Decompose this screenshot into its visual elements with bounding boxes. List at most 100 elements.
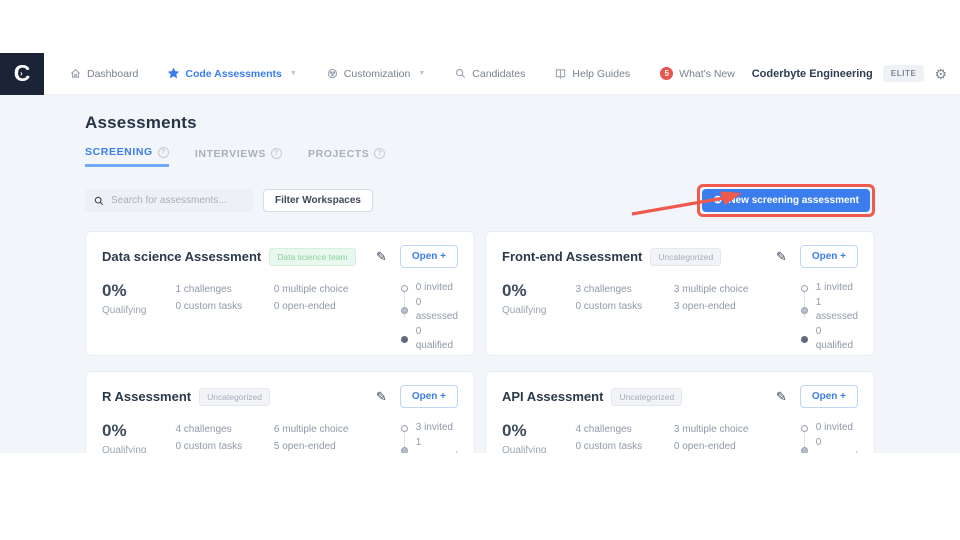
edit-pencil-icon[interactable]: ✎ <box>376 390 387 403</box>
workspace-badge: Uncategorized <box>199 387 270 406</box>
open-button[interactable]: Open + <box>399 245 458 268</box>
question-icon[interactable]: ? <box>270 148 282 159</box>
multiple-choice-count: 6 multiple choice <box>273 424 349 435</box>
assessment-title: API Assessment <box>502 389 604 404</box>
qualified-count: 0 qualified <box>415 325 454 352</box>
assessment-card: API Assessment Uncategorized ✎ Open + 0%… <box>485 371 875 453</box>
open-button[interactable]: Open + <box>399 385 458 408</box>
assessed-dot-icon <box>400 446 408 453</box>
qualifying-percent: 0% <box>502 281 527 300</box>
plus-circle-icon: ⊕ <box>713 194 723 206</box>
invited-dot-icon <box>400 284 408 292</box>
assessment-search[interactable] <box>85 189 253 212</box>
candidate-funnel: 1 invited 1 assessed 0 qualified <box>800 281 858 354</box>
custom-tasks-count: 0 custom tasks <box>575 301 643 312</box>
challenges-count: 1 challenges <box>175 284 232 295</box>
assessed-count: 1 assessed <box>815 296 858 323</box>
assessment-title: Data science Assessment <box>102 249 262 264</box>
nav-item-dashboard[interactable]: Dashboard <box>70 68 138 80</box>
tab-projects[interactable]: PROJECTS ? <box>308 146 386 167</box>
chevron-down-icon: ▼ <box>418 70 426 77</box>
tab-interviews[interactable]: INTERVIEWS ? <box>195 146 282 167</box>
nav-item-candidates[interactable]: Candidates <box>455 68 525 80</box>
candidate-funnel: 0 invited 0 assessed 0 qualified <box>400 281 458 354</box>
assessment-card: Data science Assessment Data science tea… <box>85 231 475 356</box>
open-ended-count: 0 open-ended <box>273 301 336 312</box>
customization-icon <box>327 68 337 79</box>
challenges-count: 3 challenges <box>575 284 632 295</box>
invited-count: 3 invited <box>415 422 453 433</box>
open-ended-count: 5 open-ended <box>273 441 336 452</box>
assessed-count: 0 assessed <box>815 436 858 454</box>
assessment-title: Front-end Assessment <box>502 249 643 264</box>
tab-screening[interactable]: SCREENING ? <box>85 146 169 167</box>
coderbyte-logo[interactable]: C › <box>0 52 44 95</box>
screen: C › Dashboard Code Assessments ▼ Customi… <box>0 0 960 540</box>
home-icon <box>70 68 81 78</box>
top-nav: C › Dashboard Code Assessments ▼ Customi… <box>0 52 960 95</box>
qualifying-label: Qualifying <box>102 305 147 316</box>
multiple-choice-count: 0 multiple choice <box>273 284 349 295</box>
candidate-funnel: 3 invited 1 assessed 0 qualified <box>400 421 458 454</box>
nav-items: Dashboard Code Assessments ▼ Customizati… <box>70 67 735 80</box>
page-title: Assessments <box>85 113 197 132</box>
custom-tasks-count: 0 custom tasks <box>175 301 243 312</box>
new-screening-assessment-button[interactable]: ⊕ New screening assessment <box>702 189 870 212</box>
custom-tasks-count: 0 custom tasks <box>175 441 243 452</box>
question-icon[interactable]: ? <box>157 146 169 158</box>
qualified-dot-icon <box>800 335 808 343</box>
nav-item-customization[interactable]: Customization ▼ <box>327 68 425 80</box>
assessed-dot-icon <box>400 306 408 314</box>
workspace-badge: Uncategorized <box>611 387 683 406</box>
edit-pencil-icon[interactable]: ✎ <box>776 390 787 403</box>
open-ended-count: 3 open-ended <box>673 301 736 312</box>
invited-count: 0 invited <box>815 422 853 433</box>
account-name[interactable]: Coderbyte Engineering <box>752 68 873 80</box>
magnifier-icon <box>94 196 104 205</box>
question-icon[interactable]: ? <box>374 148 386 159</box>
qualifying-percent: 0% <box>502 421 527 440</box>
assessment-card: R Assessment Uncategorized ✎ Open + 0% Q… <box>85 371 475 453</box>
tab-bar: SCREENING ? INTERVIEWS ? PROJECTS ? <box>85 146 875 167</box>
plan-badge: ELITE <box>882 65 925 82</box>
assessed-count: 0 assessed <box>415 296 458 323</box>
edit-pencil-icon[interactable]: ✎ <box>376 250 387 263</box>
multiple-choice-count: 3 multiple choice <box>673 284 749 295</box>
qualified-count: 0 qualified <box>815 325 854 352</box>
book-icon <box>556 69 566 79</box>
open-button[interactable]: Open + <box>799 385 858 408</box>
challenges-count: 4 challenges <box>575 424 632 435</box>
custom-tasks-count: 0 custom tasks <box>575 441 643 452</box>
search-input[interactable] <box>111 195 244 206</box>
workspace-badge: Uncategorized <box>650 247 722 266</box>
search-icon <box>456 68 466 79</box>
invited-dot-icon <box>800 424 808 432</box>
nav-item-help-guides[interactable]: Help Guides <box>555 68 630 80</box>
edit-pencil-icon[interactable]: ✎ <box>776 250 787 263</box>
invited-dot-icon <box>800 284 808 292</box>
assessed-dot-icon <box>800 446 808 453</box>
filter-workspaces-button[interactable]: Filter Workspaces <box>263 189 373 212</box>
assessment-title: R Assessment <box>102 389 192 404</box>
invited-dot-icon <box>400 424 408 432</box>
invited-count: 0 invited <box>415 282 453 293</box>
logo-chevron: › <box>20 68 23 78</box>
invited-count: 1 invited <box>815 282 853 293</box>
main-content: Assessments SCREENING ? INTERVIEWS ? PRO… <box>0 95 960 453</box>
assessed-count: 1 assessed <box>415 436 458 454</box>
assessment-card: Front-end Assessment Uncategorized ✎ Ope… <box>485 231 875 356</box>
workspace-badge: Data science team <box>269 247 356 266</box>
multiple-choice-count: 3 multiple choice <box>673 424 749 435</box>
qualifying-percent: 0% <box>102 281 127 300</box>
open-button[interactable]: Open + <box>799 245 858 268</box>
notification-badge: 5 <box>660 67 674 80</box>
nav-item-whats-new[interactable]: 5 What's New <box>660 67 735 80</box>
nav-item-code-assessments[interactable]: Code Assessments ▼ <box>168 68 297 80</box>
qualifying-label: Qualifying <box>502 445 547 453</box>
qualifying-label: Qualifying <box>102 445 147 453</box>
open-ended-count: 0 open-ended <box>673 441 736 452</box>
star-icon <box>168 68 180 79</box>
annotation-highlight: ⊕ New screening assessment <box>697 184 875 217</box>
qualified-dot-icon <box>400 335 408 343</box>
gear-icon[interactable]: ⚙ <box>934 67 947 81</box>
